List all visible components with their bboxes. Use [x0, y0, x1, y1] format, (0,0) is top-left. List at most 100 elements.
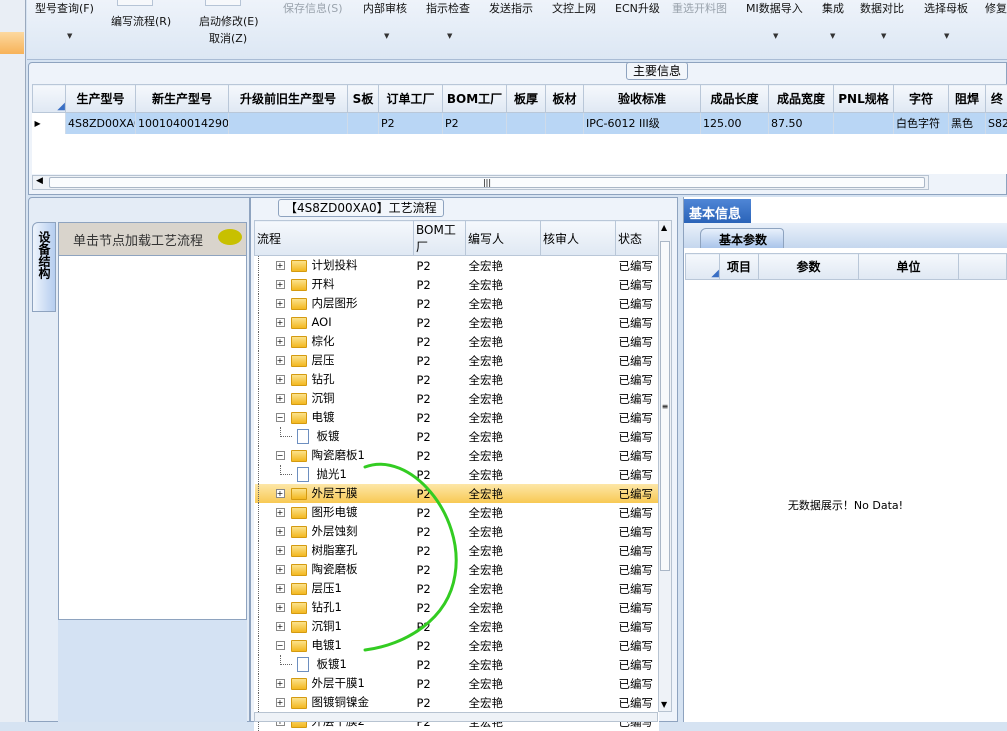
tree-row[interactable]: −电镀P2全宏艳已编写 [255, 408, 659, 427]
column-header[interactable]: 升级前旧生产型号 [229, 85, 348, 113]
model-query-button[interactable]: 型号查询(F) [35, 0, 94, 16]
table-row[interactable]: ▶4S8ZD00XA010010400142902P2P2IPC-6012 II… [33, 113, 1007, 134]
expand-icon[interactable]: + [276, 508, 285, 517]
column-header[interactable]: 状态 [616, 221, 659, 256]
tree-row[interactable]: +棕化P2全宏艳已编写 [255, 332, 659, 351]
tree-row[interactable]: +图镀铜镍金P2全宏艳已编写 [255, 693, 659, 712]
table-cell[interactable] [546, 113, 584, 134]
table-cell[interactable] [348, 113, 379, 134]
expand-icon[interactable]: + [276, 318, 285, 327]
tree-row[interactable]: +AOIP2全宏艳已编写 [255, 313, 659, 332]
internal-review-button[interactable]: 内部审核 [363, 0, 407, 16]
tree-horizontal-scrollbar[interactable] [254, 712, 658, 722]
column-header[interactable]: 生产型号 [66, 85, 136, 113]
column-header[interactable]: BOM工厂 [414, 221, 466, 256]
column-header[interactable]: PNL规格 [834, 85, 894, 113]
expand-icon[interactable]: + [276, 375, 285, 384]
table-cell[interactable]: 10010400142902 [136, 113, 229, 134]
table-cell[interactable]: 87.50 [769, 113, 834, 134]
column-header[interactable]: 阻焊 [949, 85, 986, 113]
table-cell[interactable]: 4S8ZD00XA0 [66, 113, 136, 134]
expand-icon[interactable]: + [276, 679, 285, 688]
column-header[interactable]: S板 [348, 85, 379, 113]
tree-node[interactable]: +层压 [255, 351, 414, 370]
column-header[interactable]: 终 [986, 85, 1007, 113]
expand-icon[interactable]: + [276, 603, 285, 612]
tree-row[interactable]: +沉铜P2全宏艳已编写 [255, 389, 659, 408]
equipment-tree[interactable] [58, 256, 247, 620]
doc-control-online-button[interactable]: 文控上网 [552, 0, 596, 16]
tree-node[interactable]: +计划投料 [255, 256, 414, 276]
column-header[interactable]: 流程 [255, 221, 414, 256]
ecn-upgrade-button[interactable]: ECN升级 [615, 0, 660, 16]
expand-icon[interactable]: + [276, 299, 285, 308]
expand-icon[interactable]: + [276, 261, 285, 270]
scroll-up-icon[interactable]: ▲ [661, 223, 667, 232]
tab-basic-params[interactable]: 基本参数 [700, 228, 784, 248]
data-compare-button[interactable]: 数据对比 [860, 0, 904, 16]
table-cell[interactable] [229, 113, 348, 134]
tree-node[interactable]: +AOI [255, 313, 414, 332]
expand-icon[interactable]: + [276, 622, 285, 631]
tree-row[interactable]: +钻孔P2全宏艳已编写 [255, 370, 659, 389]
table-cell[interactable] [507, 113, 546, 134]
scroll-thumb[interactable]: ≡ [660, 241, 670, 571]
column-header[interactable]: 字符 [894, 85, 949, 113]
column-header[interactable]: 验收标准 [584, 85, 701, 113]
vertical-scrollbar[interactable]: ▲ ≡ ▼ [658, 220, 672, 712]
tree-row[interactable]: +内层图形P2全宏艳已编写 [255, 294, 659, 313]
column-header[interactable]: 订单工厂 [379, 85, 443, 113]
tree-row[interactable]: 板镀1P2全宏艳已编写 [255, 655, 659, 674]
column-header-unit[interactable]: 单位 [859, 254, 959, 280]
column-header[interactable]: 新生产型号 [136, 85, 229, 113]
column-header[interactable]: 编写人 [466, 221, 541, 256]
expand-icon[interactable]: + [276, 280, 285, 289]
tree-node[interactable]: 板镀1 [255, 655, 414, 674]
table-cell[interactable]: 125.00 [701, 113, 769, 134]
expand-icon[interactable]: + [276, 698, 285, 707]
tree-node[interactable]: +内层图形 [255, 294, 414, 313]
cancel-button[interactable]: 取消(Z) [209, 30, 247, 46]
table-cell[interactable] [834, 113, 894, 134]
send-instruction-button[interactable]: 发送指示 [489, 0, 533, 16]
collapse-icon[interactable]: − [276, 451, 285, 460]
mi-import-button[interactable]: MI数据导入 [746, 0, 803, 16]
column-header[interactable]: 成品长度 [701, 85, 769, 113]
horizontal-scrollbar[interactable]: ◀||| [32, 175, 929, 190]
column-header[interactable]: 核审人 [541, 221, 616, 256]
tree-node[interactable]: +外层干膜1 [255, 674, 414, 693]
dropdown-arrow-icon[interactable]: ▼ [773, 32, 778, 40]
integrate-button[interactable]: 集成 [822, 0, 844, 16]
table-cell[interactable]: P2 [379, 113, 443, 134]
tree-node[interactable]: +沉铜 [255, 389, 414, 408]
expand-icon[interactable]: + [276, 565, 285, 574]
instruction-check-button[interactable]: 指示检查 [426, 0, 470, 16]
table-cell[interactable]: S82 [986, 113, 1007, 134]
expand-icon[interactable]: + [276, 356, 285, 365]
table-cell[interactable]: P2 [443, 113, 507, 134]
collapse-icon[interactable]: − [276, 413, 285, 422]
tab-basic-info[interactable]: 基本信息 [684, 199, 751, 223]
expand-icon[interactable]: + [276, 337, 285, 346]
tree-row[interactable]: +外层干膜1P2全宏艳已编写 [255, 674, 659, 693]
expand-icon[interactable]: + [276, 546, 285, 555]
collapse-icon[interactable]: − [276, 641, 285, 650]
expand-icon[interactable]: + [276, 489, 285, 498]
tree-node[interactable]: +棕化 [255, 332, 414, 351]
tree-row[interactable]: 板镀P2全宏艳已编写 [255, 427, 659, 446]
tree-node[interactable]: +开料 [255, 275, 414, 294]
dropdown-arrow-icon[interactable]: ▼ [830, 32, 835, 40]
dropdown-arrow-icon[interactable]: ▼ [67, 32, 72, 40]
tree-node[interactable]: −电镀 [255, 408, 414, 427]
dropdown-arrow-icon[interactable]: ▼ [881, 32, 886, 40]
scroll-down-icon[interactable]: ▼ [661, 700, 667, 709]
dropdown-arrow-icon[interactable]: ▼ [384, 32, 389, 40]
tree-node[interactable]: 板镀 [255, 427, 414, 446]
dropdown-arrow-icon[interactable]: ▼ [944, 32, 949, 40]
table-cell[interactable]: 白色字符 [894, 113, 949, 134]
repair-button[interactable]: 修复 [985, 0, 1007, 16]
tree-row[interactable]: +层压P2全宏艳已编写 [255, 351, 659, 370]
column-header[interactable]: 板材 [546, 85, 584, 113]
column-header[interactable]: 板厚 [507, 85, 546, 113]
start-modify-button[interactable]: 启动修改(E) [199, 13, 259, 29]
